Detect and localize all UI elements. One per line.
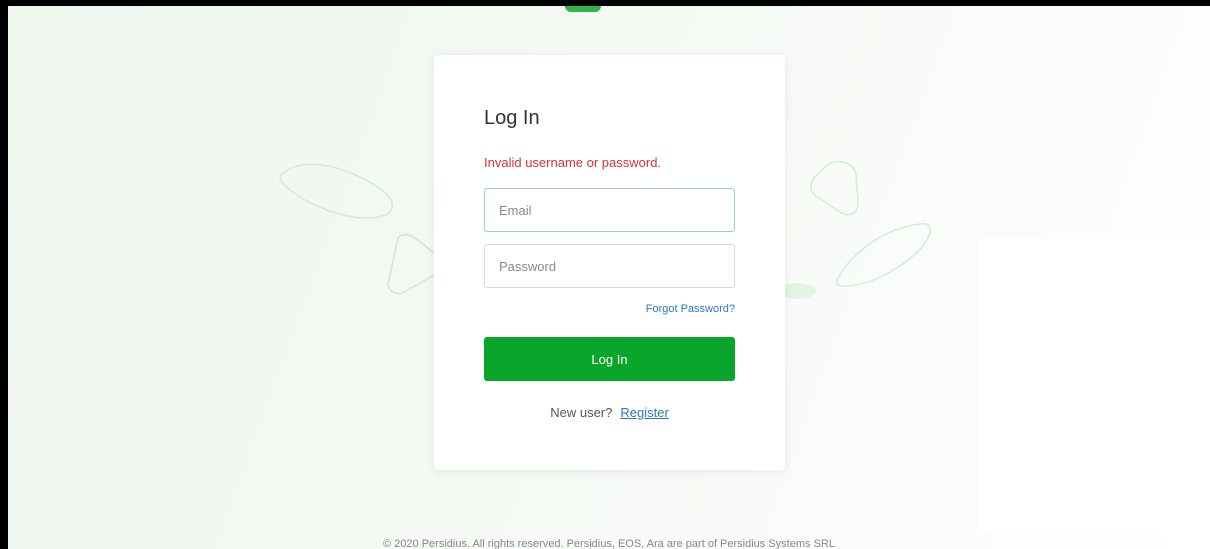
error-message: Invalid username or password. [484,155,662,170]
page-title: Log In [484,107,540,129]
forgot-password-link[interactable]: Forgot Password? [646,303,735,315]
login-page: Log In Invalid username or password. For… [8,6,1210,549]
password-input[interactable] [484,244,735,288]
email-input[interactable] [484,188,735,232]
register-row: New user? Register [434,405,785,420]
new-user-text: New user? [550,405,613,420]
register-link[interactable]: Register [620,405,668,420]
footer-copyright: © 2020 Persidius. All rights reserved. P… [383,538,835,549]
login-button[interactable]: Log In [484,337,735,381]
login-card: Log In Invalid username or password. For… [434,55,785,470]
background-panel [978,238,1210,534]
